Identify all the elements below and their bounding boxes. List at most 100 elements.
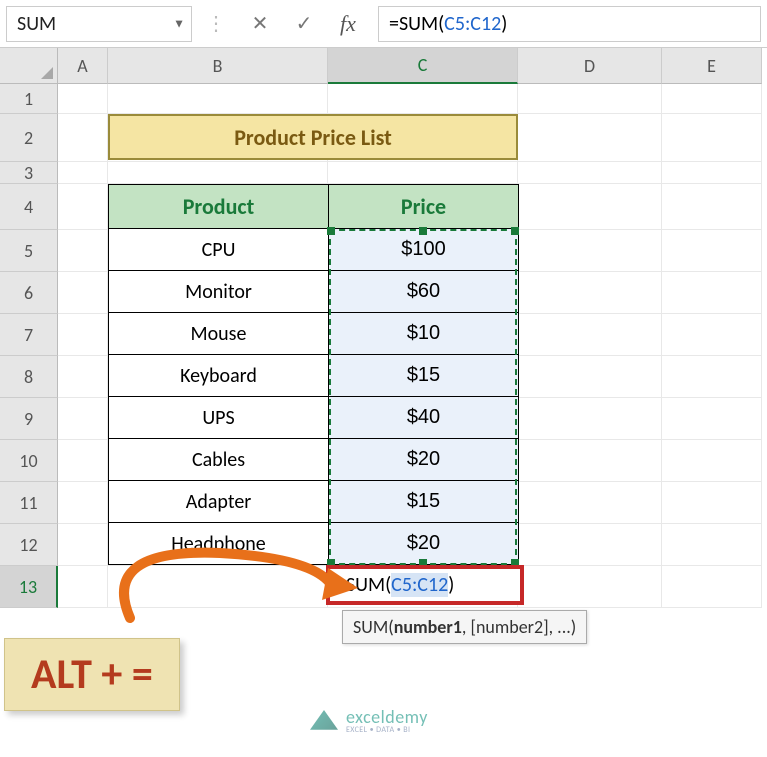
product-cell[interactable]: Mouse xyxy=(109,313,329,355)
row-header-7[interactable]: 7 xyxy=(0,314,58,356)
product-cell[interactable]: Headphone xyxy=(109,523,329,565)
cell[interactable] xyxy=(518,566,662,608)
dropdown-icon[interactable]: ▼ xyxy=(173,16,185,31)
cell[interactable] xyxy=(108,84,328,114)
price-cell[interactable]: $15 xyxy=(329,355,519,397)
row-header-9[interactable]: 9 xyxy=(0,398,58,440)
cell[interactable] xyxy=(58,440,108,482)
price-cell[interactable]: $60 xyxy=(329,271,519,313)
row-header-12[interactable]: 12 xyxy=(0,524,58,566)
name-box[interactable]: SUM ▼ xyxy=(6,6,192,42)
cell[interactable] xyxy=(662,114,762,162)
cell[interactable] xyxy=(58,356,108,398)
formula-suffix: ) xyxy=(501,12,507,36)
cell[interactable] xyxy=(662,524,762,566)
product-cell[interactable]: CPU xyxy=(109,229,329,271)
cell[interactable] xyxy=(662,84,762,114)
price-cell[interactable]: $15 xyxy=(329,481,519,523)
table-row[interactable]: CPU$100 xyxy=(109,229,519,271)
cell[interactable] xyxy=(58,482,108,524)
cell[interactable] xyxy=(662,314,762,356)
col-header-C[interactable]: C xyxy=(328,48,518,84)
row-header-10[interactable]: 10 xyxy=(0,440,58,482)
cell[interactable] xyxy=(518,524,662,566)
table-row[interactable]: UPS$40 xyxy=(109,397,519,439)
cell[interactable] xyxy=(328,162,518,184)
row-header-5[interactable]: 5 xyxy=(0,230,58,272)
cell[interactable] xyxy=(518,314,662,356)
product-cell[interactable]: Monitor xyxy=(109,271,329,313)
cell[interactable] xyxy=(662,356,762,398)
cell[interactable] xyxy=(662,162,762,184)
row-header-1[interactable]: 1 xyxy=(0,84,58,114)
cell[interactable] xyxy=(518,482,662,524)
cell[interactable] xyxy=(518,272,662,314)
col-header-D[interactable]: D xyxy=(518,48,662,84)
price-cell[interactable]: $20 xyxy=(329,523,519,565)
cell[interactable] xyxy=(58,162,108,184)
cell[interactable] xyxy=(58,272,108,314)
table-row[interactable]: Headphone$20 xyxy=(109,523,519,565)
product-cell[interactable]: Keyboard xyxy=(109,355,329,397)
cell[interactable] xyxy=(518,398,662,440)
active-cell[interactable]: =SUM(C5:C12) xyxy=(326,565,524,605)
cell[interactable] xyxy=(518,114,662,162)
cell[interactable] xyxy=(328,84,518,114)
cell[interactable] xyxy=(662,566,762,608)
row-header-11[interactable]: 11 xyxy=(0,482,58,524)
col-header-E[interactable]: E xyxy=(662,48,762,84)
fx-icon[interactable]: fx xyxy=(328,6,368,42)
cell[interactable] xyxy=(662,184,762,230)
select-all-corner[interactable] xyxy=(0,48,58,84)
cell[interactable] xyxy=(58,84,108,114)
cell[interactable] xyxy=(58,398,108,440)
price-cell[interactable]: $10 xyxy=(329,313,519,355)
col-header-A[interactable]: A xyxy=(58,48,108,84)
table-row[interactable]: Adapter$15 xyxy=(109,481,519,523)
formula-input[interactable]: =SUM(C5:C12) xyxy=(378,6,761,42)
cell[interactable] xyxy=(58,230,108,272)
cell[interactable] xyxy=(58,566,108,608)
title-cell[interactable]: Product Price List xyxy=(108,114,518,160)
row-header-2[interactable]: 2 xyxy=(0,114,58,162)
table-row[interactable]: Keyboard$15 xyxy=(109,355,519,397)
row-header-6[interactable]: 6 xyxy=(0,272,58,314)
header-price[interactable]: Price xyxy=(329,185,519,229)
cell[interactable] xyxy=(58,314,108,356)
product-cell[interactable]: UPS xyxy=(109,397,329,439)
cell[interactable] xyxy=(518,184,662,230)
cell[interactable] xyxy=(108,162,328,184)
row-header-4[interactable]: 4 xyxy=(0,184,58,230)
spreadsheet-grid: A B C D E 1 2 3 4 5 6 7 8 9 10 11 12 13 xyxy=(0,48,767,757)
table-row[interactable]: Mouse$10 xyxy=(109,313,519,355)
cell[interactable] xyxy=(518,162,662,184)
cell[interactable] xyxy=(58,184,108,230)
product-cell[interactable]: Adapter xyxy=(109,481,329,523)
row-header-3[interactable]: 3 xyxy=(0,162,58,184)
cell[interactable] xyxy=(662,440,762,482)
enter-icon[interactable]: ✓ xyxy=(284,6,324,42)
cell[interactable] xyxy=(108,566,328,608)
cell[interactable] xyxy=(518,440,662,482)
header-product[interactable]: Product xyxy=(109,185,329,229)
cell[interactable] xyxy=(518,84,662,114)
cell[interactable] xyxy=(518,356,662,398)
table-row[interactable]: Cables$20 xyxy=(109,439,519,481)
watermark-sub: EXCEL • DATA • BI xyxy=(346,726,428,734)
price-cell[interactable]: $40 xyxy=(329,397,519,439)
cell[interactable] xyxy=(518,230,662,272)
cell[interactable] xyxy=(662,230,762,272)
cell[interactable] xyxy=(58,114,108,162)
price-cell[interactable]: $20 xyxy=(329,439,519,481)
product-cell[interactable]: Cables xyxy=(109,439,329,481)
row-header-8[interactable]: 8 xyxy=(0,356,58,398)
cell[interactable] xyxy=(58,524,108,566)
cancel-icon[interactable]: ✕ xyxy=(240,6,280,42)
cell[interactable] xyxy=(662,272,762,314)
table-row[interactable]: Monitor$60 xyxy=(109,271,519,313)
price-cell[interactable]: $100 xyxy=(329,229,519,271)
cell[interactable] xyxy=(662,398,762,440)
col-header-B[interactable]: B xyxy=(108,48,328,84)
row-header-13[interactable]: 13 xyxy=(0,566,58,608)
cell[interactable] xyxy=(662,482,762,524)
